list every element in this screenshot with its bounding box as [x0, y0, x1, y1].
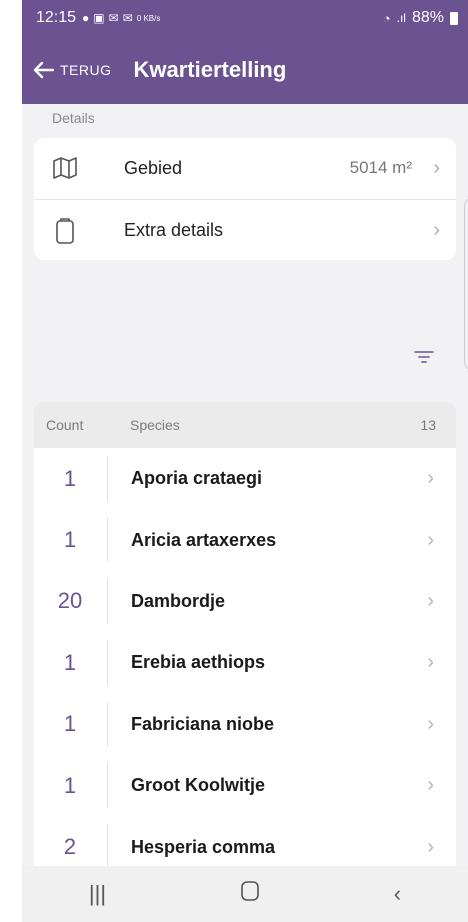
chevron-right-icon: › [427, 835, 434, 858]
back-button[interactable]: TERUG [32, 61, 112, 79]
system-nav-bar: ||| ‹ [22, 866, 468, 922]
species-name: Erebia aethiops [131, 652, 266, 673]
species-count: 20 [57, 588, 83, 614]
wifi-icon: ◔ [382, 10, 391, 26]
divider [107, 640, 108, 686]
divider [107, 578, 108, 624]
divider [107, 824, 108, 866]
chevron-right-icon: › [427, 528, 434, 551]
network-speed: 0 KB/s [136, 13, 161, 23]
area-label: Gebied [124, 157, 183, 178]
list-item[interactable]: 20 Dambordje › [34, 571, 456, 632]
list-item[interactable]: 1 Fabriciana niobe › [34, 694, 456, 755]
map-icon [53, 157, 77, 179]
notification-icons: ● ▣ ✉ ✉ 0 KB/s [82, 11, 160, 25]
divider [107, 762, 108, 808]
extra-details-row[interactable]: Extra details › [34, 200, 456, 260]
battery-icon [450, 11, 458, 25]
chevron-right-icon: › [427, 589, 434, 612]
status-bar: 12:15 ● ▣ ✉ ✉ 0 KB/s ◔ .ıl 88% [22, 0, 468, 36]
area-row[interactable]: Gebied 5014 m² › [34, 138, 456, 198]
divider [107, 517, 108, 563]
header-species: Species [130, 417, 180, 433]
back-label: TERUG [60, 62, 112, 78]
filter-icon[interactable] [414, 350, 434, 364]
email-icon: ✉ [108, 11, 119, 25]
species-name: Aricia artaxerxes [131, 529, 277, 550]
main-content: Details Gebied 5014 m² › Extra details ›… [22, 104, 468, 866]
details-section-label: Details [52, 110, 95, 126]
extra-details-label: Extra details [124, 219, 224, 240]
species-name: Hesperia comma [131, 836, 276, 857]
species-total: 13 [420, 417, 436, 433]
chevron-right-icon: › [427, 774, 434, 797]
area-value: 5014 m² [349, 158, 412, 177]
email-icon-2: ✉ [122, 11, 133, 25]
app-bar: TERUG Kwartiertelling [22, 36, 468, 104]
species-name: Fabriciana niobe [131, 713, 275, 734]
species-count: 1 [63, 649, 77, 675]
species-count: 1 [63, 772, 77, 798]
species-count: 1 [63, 711, 77, 737]
chevron-right-icon: › [427, 651, 434, 674]
gallery-icon: ▣ [93, 11, 105, 25]
list-header: Count Species 13 [34, 402, 456, 448]
divider [107, 701, 108, 747]
species-count: 1 [63, 527, 77, 553]
species-count: 2 [63, 834, 77, 860]
list-item[interactable]: 1 Groot Koolwitje › [34, 755, 456, 816]
list-item[interactable]: 1 Erebia aethiops › [34, 632, 456, 693]
back-icon[interactable]: ‹ [394, 881, 401, 907]
chevron-right-icon: › [433, 156, 440, 179]
arrow-left-icon [33, 61, 54, 79]
battery-level: 88% [411, 9, 444, 26]
list-item[interactable]: 2 Hesperia comma › [34, 816, 456, 866]
divider [107, 456, 108, 501]
drop-icon: ● [82, 11, 90, 25]
list-item[interactable]: 1 Aporia crataegi › [34, 448, 456, 509]
side-panel-handle[interactable] [464, 198, 468, 370]
status-time: 12:15 [36, 9, 77, 26]
status-right: ◔ .ıl 88% [383, 9, 458, 27]
chevron-right-icon: › [427, 712, 434, 735]
chevron-right-icon: › [433, 218, 440, 241]
species-name: Dambordje [131, 590, 226, 611]
details-card: Gebied 5014 m² › Extra details › [34, 138, 456, 260]
recents-icon[interactable]: ||| [89, 881, 106, 907]
page-title: Kwartiertelling [133, 57, 287, 82]
species-count: 1 [63, 465, 77, 491]
signal-icon: .ıl [396, 11, 406, 25]
clipboard-icon [56, 218, 74, 244]
species-name: Groot Koolwitje [131, 775, 265, 796]
home-icon[interactable] [240, 880, 260, 908]
species-list: Count Species 13 1 Aporia crataegi › 1 A… [34, 402, 456, 866]
species-name: Aporia crataegi [131, 468, 263, 489]
list-item[interactable]: 1 Aricia artaxerxes › [34, 509, 456, 570]
header-count: Count [46, 417, 84, 433]
chevron-right-icon: › [427, 467, 434, 490]
